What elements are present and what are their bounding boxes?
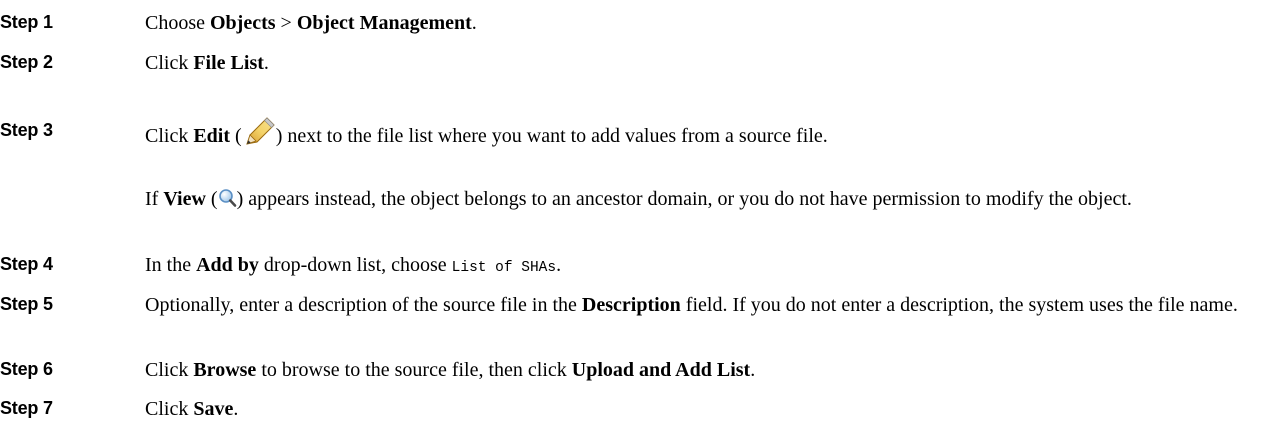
text-fragment: . [750, 359, 756, 381]
step-2-label: Step 2 [0, 52, 53, 72]
step-4-text: In the Add by drop-down list, choose Lis… [145, 250, 1280, 283]
ui-term-object-management: Object Management [296, 12, 472, 34]
text-fragment: . [471, 12, 477, 34]
step-1-label: Step 1 [0, 12, 53, 32]
ui-term-upload-and-add-list: Upload and Add List [571, 359, 751, 381]
text-fragment: ( [205, 188, 218, 210]
step-3-note-text: If View ( ) appears instead, the object b… [145, 184, 1280, 214]
step-4-label: Step 4 [0, 254, 53, 274]
ui-term-view: View [163, 188, 206, 210]
step-5-label: Step 5 [0, 294, 53, 314]
text-fragment: Click [145, 398, 194, 420]
text-fragment: . [556, 254, 562, 276]
text-fragment: . [263, 52, 269, 74]
ui-term-file-list: File List [193, 52, 264, 74]
text-fragment: . [233, 398, 239, 420]
text-fragment: Click [145, 125, 194, 147]
text-fragment: ( [230, 125, 242, 147]
step-1-text: Choose Objects > Object Management. [145, 8, 1280, 38]
step-3-label: Step 3 [0, 120, 53, 140]
magnifier-icon [218, 187, 237, 207]
text-fragment: In the [145, 254, 197, 276]
text-fragment: Optionally, enter a description of the s… [145, 294, 582, 316]
ui-term-browse: Browse [193, 359, 257, 381]
ui-term-save: Save [193, 398, 234, 420]
text-fragment: > [275, 12, 297, 34]
text-fragment: ) next to the file list where you want t… [275, 125, 828, 147]
step-7-label: Step 7 [0, 398, 53, 418]
ui-term-add-by: Add by [196, 254, 259, 276]
text-fragment: Click [145, 359, 194, 381]
text-fragment: ) appears instead, the object belongs to… [236, 188, 1132, 210]
step-2-text: Click File List. [145, 48, 1280, 78]
step-7-text: Click Save. [145, 394, 1280, 424]
option-value: List of SHAs [451, 260, 557, 276]
text-fragment: Click [145, 52, 194, 74]
text-fragment: field. If you do not enter a description… [680, 294, 1238, 316]
text-fragment: Choose [145, 12, 210, 34]
text-fragment: to browse to the source file, then click [256, 359, 572, 381]
pencil-icon [242, 116, 276, 148]
text-fragment: drop-down list, choose [258, 254, 452, 276]
step-5-text: Optionally, enter a description of the s… [145, 290, 1280, 320]
step-6-text: Click Browse to browse to the source fil… [145, 355, 1280, 385]
step-3-text: Click Edit ( ) next to the file list wher… [145, 116, 1280, 151]
text-fragment: If [145, 188, 164, 210]
step-6-label: Step 6 [0, 359, 53, 379]
ui-term-description: Description [581, 294, 681, 316]
ui-term-objects: Objects [210, 12, 276, 34]
ui-term-edit: Edit [193, 125, 231, 147]
